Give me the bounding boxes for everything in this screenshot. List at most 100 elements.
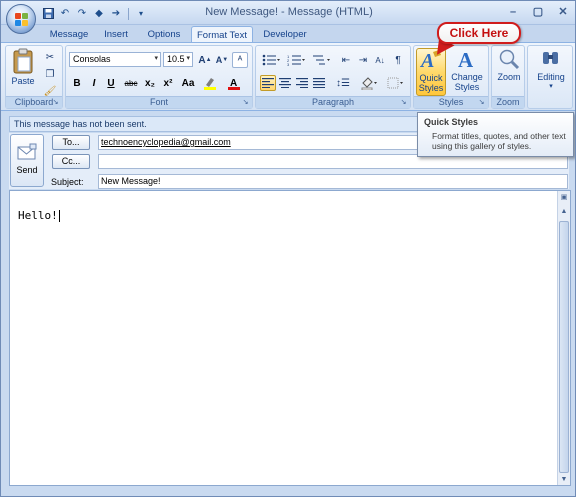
strikethrough-button[interactable]: abc [121, 75, 141, 91]
clipboard-launcher-icon[interactable]: ↘ [51, 98, 60, 107]
tab-insert[interactable]: Insert [96, 26, 136, 43]
paste-button[interactable]: Paste [9, 48, 37, 92]
copy-icon[interactable]: ❐ [42, 66, 58, 82]
window-controls: – ▢ ✕ [501, 3, 575, 20]
editing-label: Editing [537, 72, 565, 82]
change-styles-button[interactable]: A Change Styles [448, 48, 486, 96]
tab-options[interactable]: Options [141, 26, 187, 43]
message-body[interactable]: Hello! ▣ ▲ ▼ [9, 190, 571, 486]
sort-icon[interactable]: A↓ [372, 52, 388, 68]
quick-styles-label-1: Quick [419, 73, 443, 83]
increase-indent-icon[interactable]: ⇥ [355, 52, 371, 68]
editing-button[interactable]: Editing ▾ [532, 48, 570, 90]
bold-button[interactable]: B [69, 75, 85, 91]
underline-button[interactable]: U [103, 75, 119, 91]
subject-field[interactable]: New Message! [98, 174, 568, 189]
vertical-scrollbar[interactable]: ▣ ▲ ▼ [557, 191, 570, 485]
quick-styles-tooltip: Quick Styles Format titles, quotes, and … [417, 112, 574, 157]
window-title: New Message! - Message (HTML) [205, 6, 373, 18]
superscript-button[interactable]: x² [160, 75, 176, 91]
magnifier-icon [499, 49, 520, 70]
svg-text:A: A [458, 48, 474, 70]
clipboard-group: Paste ✂ ❐ 🖌 Clipboard ↘ [5, 45, 63, 109]
tab-developer[interactable]: Developer [257, 26, 313, 43]
styles-launcher-icon[interactable]: ↘ [477, 98, 486, 107]
subject-label: Subject: [51, 177, 84, 187]
change-styles-label-1: Change [451, 72, 483, 82]
zoom-label: Zoom [497, 72, 521, 82]
send-icon [17, 143, 37, 160]
numbering-icon[interactable]: 123 [285, 52, 307, 68]
quick-styles-label-2: Styles [418, 83, 444, 93]
shrink-font-icon[interactable]: A ▼ [214, 52, 230, 68]
send-label: Send [16, 165, 38, 175]
multilevel-list-icon[interactable] [310, 52, 332, 68]
decrease-indent-icon[interactable]: ⇤ [338, 52, 354, 68]
clear-formatting-icon[interactable]: ᴬ [232, 52, 248, 68]
office-logo-icon [15, 13, 28, 26]
tab-message[interactable]: Message [45, 26, 93, 43]
font-group-label: Font [66, 96, 252, 108]
zoom-button[interactable]: Zoom [494, 48, 524, 90]
font-color-icon[interactable]: A [226, 75, 242, 91]
font-name-value: Consolas [73, 54, 111, 64]
send-button[interactable]: Send [10, 134, 44, 187]
editing-group: Editing ▾ [527, 45, 573, 109]
close-icon[interactable]: ✕ [551, 3, 575, 20]
tooltip-title: Quick Styles [424, 117, 479, 127]
paste-label: Paste [11, 76, 35, 86]
font-group: Consolas ▾ 10.5 ▾ A ▲ A ▼ ᴬ B I U abc x₂ x… [65, 45, 253, 109]
text-caret [58, 210, 60, 222]
tab-format-text[interactable]: Format Text [191, 26, 253, 43]
scroll-up-icon[interactable]: ▲ [559, 207, 569, 217]
cc-button[interactable]: Cc... [52, 154, 90, 169]
subscript-button[interactable]: x₂ [142, 75, 158, 91]
body-text: Hello! [18, 209, 58, 222]
change-styles-label-2: Styles [454, 82, 480, 92]
text-highlight-icon[interactable] [202, 75, 218, 91]
zoom-group-label: Zoom [492, 96, 524, 108]
font-size-select[interactable]: 10.5 ▾ [163, 52, 193, 67]
borders-icon[interactable] [384, 75, 406, 91]
justify-icon[interactable] [311, 75, 327, 91]
line-spacing-icon[interactable]: ↕☰ [332, 75, 354, 91]
grow-font-icon[interactable]: A ▲ [197, 52, 213, 68]
show-formatting-icon[interactable]: ¶ [390, 52, 406, 68]
paragraph-group: 123 ⇤ ⇥ A↓ ¶ ↕☰ Paragraph ↘ [255, 45, 411, 109]
cut-icon[interactable]: ✂ [42, 49, 58, 65]
chevron-down-icon: ▾ [549, 83, 553, 90]
change-styles-icon: A [458, 48, 474, 72]
window-bottom-edge [1, 488, 575, 496]
office-button[interactable] [6, 4, 36, 34]
font-size-value: 10.5 [167, 54, 185, 64]
ruler-toggle-icon[interactable]: ▣ [559, 193, 569, 203]
scroll-thumb[interactable] [559, 221, 569, 473]
maximize-icon[interactable]: ▢ [526, 3, 550, 20]
align-right-icon[interactable] [294, 75, 310, 91]
align-left-icon[interactable] [260, 75, 276, 91]
binoculars-icon [543, 52, 558, 64]
zoom-group: Zoom Zoom [491, 45, 525, 109]
minimize-icon[interactable]: – [501, 3, 525, 20]
to-button[interactable]: To... [52, 135, 90, 150]
bullets-icon[interactable] [260, 52, 282, 68]
paste-icon [13, 48, 33, 74]
chevron-down-icon: ▾ [154, 55, 158, 62]
align-center-icon[interactable] [277, 75, 293, 91]
chevron-down-icon: ▾ [186, 55, 190, 62]
italic-button[interactable]: I [86, 75, 102, 91]
body-text-container: Hello! [18, 209, 60, 222]
change-case-button[interactable]: Aa [178, 75, 198, 91]
svg-text:3: 3 [287, 62, 290, 66]
tooltip-description: Format titles, quotes, and other text us… [432, 131, 566, 151]
svg-text:A: A [419, 50, 434, 71]
click-here-callout: Click Here [437, 22, 521, 44]
paragraph-group-label: Paragraph [256, 96, 410, 108]
scroll-down-icon[interactable]: ▼ [559, 475, 569, 485]
shading-icon[interactable] [358, 75, 380, 91]
paragraph-launcher-icon[interactable]: ↘ [399, 98, 408, 107]
ribbon: Paste ✂ ❐ 🖌 Clipboard ↘ Consolas ▾ 10.5 … [1, 42, 575, 111]
outlook-message-window: ↶ ↷ ◆ ➔ ▾ New Message! - Message (HTML) … [0, 0, 576, 497]
font-launcher-icon[interactable]: ↘ [241, 98, 250, 107]
font-name-select[interactable]: Consolas ▾ [69, 52, 161, 67]
